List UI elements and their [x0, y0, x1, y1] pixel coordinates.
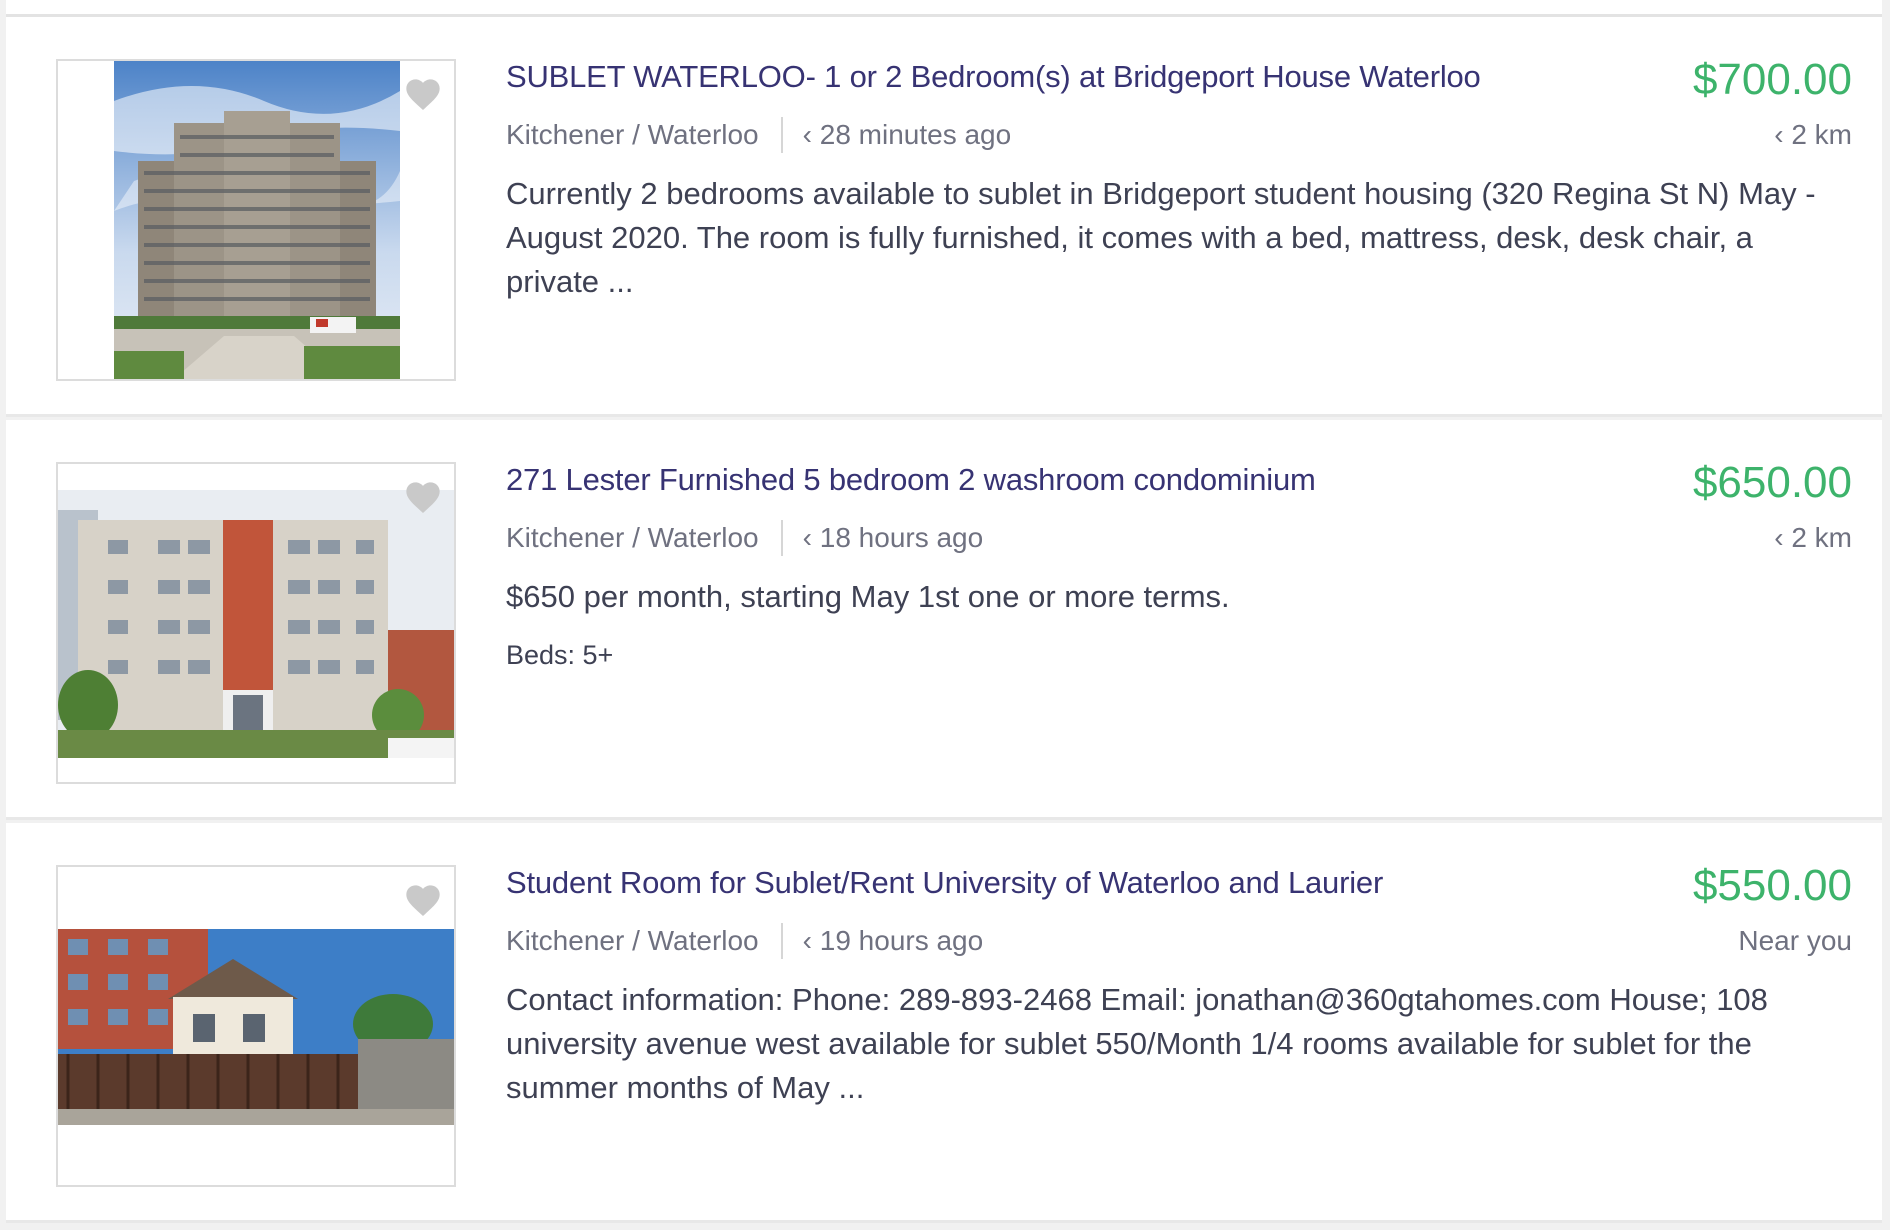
listing-card[interactable]: SUBLET WATERLOO- 1 or 2 Bedroom(s) at Br… — [6, 17, 1882, 417]
heart-icon[interactable] — [402, 478, 444, 518]
listing-distance: ‹ 2 km — [1774, 522, 1852, 553]
listing-posted-time: ‹ 18 hours ago — [802, 522, 984, 553]
listings-page: SUBLET WATERLOO- 1 or 2 Bedroom(s) at Br… — [6, 0, 1882, 1230]
listing-card[interactable]: Student Room for Sublet/Rent University … — [6, 823, 1882, 1223]
listing-title[interactable]: SUBLET WATERLOO- 1 or 2 Bedroom(s) at Br… — [506, 59, 1481, 95]
listing-thumbnail[interactable] — [56, 59, 456, 381]
listing-price: $650.00 — [1692, 458, 1852, 507]
listing-thumbnail[interactable] — [56, 865, 456, 1187]
listing-posted-time: ‹ 19 hours ago — [802, 925, 984, 956]
listing-meta: Kitchener / Waterloo ‹ 18 hours ago — [506, 520, 983, 556]
listing-photo — [58, 490, 454, 758]
listing-meta: Kitchener / Waterloo ‹ 28 minutes ago — [506, 117, 1011, 153]
listing-photo — [114, 61, 400, 379]
divider — [6, 0, 1882, 17]
listing-meta: Kitchener / Waterloo ‹ 19 hours ago — [506, 923, 983, 959]
listing-title[interactable]: Student Room for Sublet/Rent University … — [506, 865, 1383, 901]
listing-posted-time: ‹ 28 minutes ago — [802, 119, 1012, 150]
listing-location: Kitchener / Waterloo — [506, 923, 783, 959]
listing-price: $700.00 — [1692, 55, 1852, 104]
listing-distance: ‹ 2 km — [1774, 119, 1852, 150]
listing-thumbnail[interactable] — [56, 462, 456, 784]
listing-location: Kitchener / Waterloo — [506, 520, 783, 556]
listing-card[interactable]: 271 Lester Furnished 5 bedroom 2 washroo… — [6, 420, 1882, 820]
heart-icon[interactable] — [402, 75, 444, 115]
heart-icon[interactable] — [402, 881, 444, 921]
listing-description: Currently 2 bedrooms available to sublet… — [506, 176, 1816, 299]
listing-location: Kitchener / Waterloo — [506, 117, 783, 153]
listing-distance: Near you — [1738, 925, 1852, 956]
listing-title[interactable]: 271 Lester Furnished 5 bedroom 2 washroo… — [506, 462, 1316, 498]
listing-description: Contact information: Phone: 289-893-2468… — [506, 982, 1768, 1105]
listing-price: $550.00 — [1692, 861, 1852, 910]
listing-beds: Beds: 5+ — [506, 640, 614, 670]
listing-photo — [58, 929, 454, 1125]
listing-description: $650 per month, starting May 1st one or … — [506, 579, 1230, 614]
